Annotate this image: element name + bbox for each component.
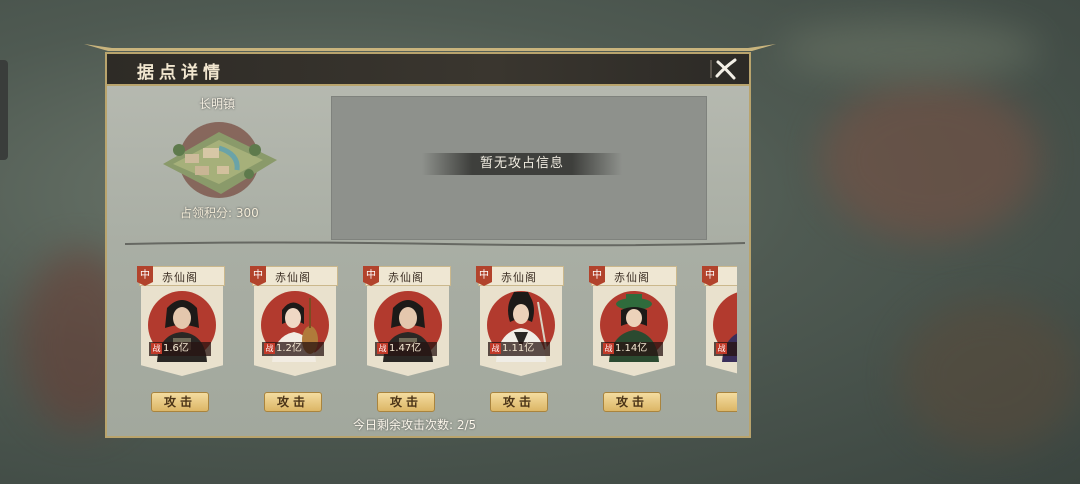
no-capture-info-text: 暂无攻占信息	[422, 153, 622, 175]
power-value: 战 1.14亿	[601, 342, 663, 356]
card-body: 战 1.11亿	[480, 286, 562, 376]
power-number: 1.6亿	[163, 343, 189, 354]
card-header: 中 赤仙阁	[476, 266, 564, 286]
power-number: 1.2亿	[276, 343, 302, 354]
card-header: 中 赤仙阁	[250, 266, 338, 286]
card-body: 战 1.14亿	[593, 286, 675, 376]
card-header: 中 赤仙阁	[589, 266, 677, 286]
power-icon: 战	[490, 343, 501, 354]
guild-name: 赤仙阁	[388, 271, 424, 284]
power-value: 战	[714, 342, 737, 356]
stronghold-detail-dialog: 据点详情 长明镇 占领积分: 300 暂无攻占信息 中 赤仙阁 战 1.6亿 攻…	[105, 52, 751, 438]
brush-divider	[125, 241, 745, 247]
guild-name: 赤仙阁	[501, 271, 537, 284]
guild-name: 赤仙阁	[614, 271, 650, 284]
power-icon: 战	[603, 343, 614, 354]
attack-button[interactable]: 攻击	[377, 392, 435, 412]
card-header: 中 赤仙阁	[137, 266, 225, 286]
attack-button[interactable]: 攻击	[264, 392, 322, 412]
town-map-icon	[163, 122, 277, 198]
power-icon: 战	[151, 343, 162, 354]
remaining-attacks: 今日剩余攻击次数: 2/5	[353, 418, 477, 432]
card-body: 战	[706, 286, 737, 376]
attack-button[interactable]: 攻击	[603, 392, 661, 412]
server-tag: 中	[589, 266, 605, 286]
title-bar: 据点详情	[107, 54, 749, 86]
server-tag: 中	[363, 266, 379, 286]
server-tag: 中	[137, 266, 153, 286]
server-tag: 中	[476, 266, 492, 286]
close-icon[interactable]	[709, 56, 739, 82]
guild-card-partial[interactable]: 中 战	[702, 266, 737, 412]
attack-button[interactable]: 攻击	[151, 392, 209, 412]
guild-card-list: 中 赤仙阁 战 1.6亿 攻击 中 赤仙阁 战 1.2亿 攻击 中 赤仙阁 战 …	[121, 250, 737, 430]
power-value: 战 1.6亿	[149, 342, 211, 356]
card-header: 中 赤仙阁	[363, 266, 451, 286]
power-value: 战 1.47亿	[375, 342, 437, 356]
side-edge-handle[interactable]	[0, 60, 8, 160]
guild-card[interactable]: 中 赤仙阁 战 1.6亿 攻击	[137, 266, 225, 412]
power-value: 战 1.11亿	[488, 342, 550, 356]
guild-card[interactable]: 中 赤仙阁 战 1.11亿 攻击	[476, 266, 564, 412]
card-body: 战 1.2亿	[254, 286, 336, 376]
server-tag: 中	[250, 266, 266, 286]
guild-name: 赤仙阁	[275, 271, 311, 284]
attack-button[interactable]	[716, 392, 737, 412]
power-value: 战 1.2亿	[262, 342, 324, 356]
card-header: 中	[702, 266, 737, 286]
power-number: 1.11亿	[502, 343, 535, 354]
server-tag: 中	[702, 266, 718, 286]
power-icon: 战	[716, 343, 727, 354]
top-ornament	[84, 44, 776, 51]
card-body: 战 1.47亿	[367, 286, 449, 376]
capture-info-box: 暂无攻占信息	[331, 96, 707, 240]
power-icon: 战	[377, 343, 388, 354]
guild-name: 赤仙阁	[162, 271, 198, 284]
guild-card[interactable]: 中 赤仙阁 战 1.14亿 攻击	[589, 266, 677, 412]
dialog-title: 据点详情	[137, 63, 225, 83]
attack-button[interactable]: 攻击	[490, 392, 548, 412]
power-number: 1.14亿	[615, 343, 648, 354]
power-icon: 战	[264, 343, 275, 354]
card-body: 战 1.6亿	[141, 286, 223, 376]
occupy-score: 占领积分: 300	[180, 206, 259, 220]
guild-card[interactable]: 中 赤仙阁 战 1.2亿 攻击	[250, 266, 338, 412]
power-number: 1.47亿	[389, 343, 422, 354]
guild-card[interactable]: 中 赤仙阁 战 1.47亿 攻击	[363, 266, 451, 412]
town-name: 长明镇	[199, 97, 236, 111]
